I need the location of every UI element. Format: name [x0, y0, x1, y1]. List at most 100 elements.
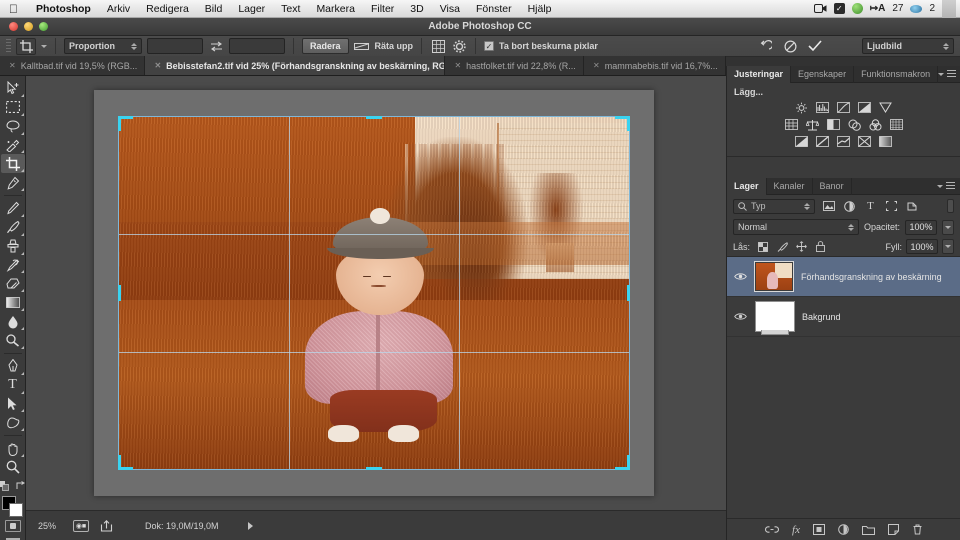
- swap-dimensions-icon[interactable]: [208, 39, 224, 54]
- brightness-contrast-icon[interactable]: [794, 101, 809, 114]
- gradient-map-icon[interactable]: [878, 135, 893, 148]
- opacity-value[interactable]: 100%: [905, 219, 937, 235]
- tool-submenu-triangle[interactable]: [20, 131, 24, 135]
- tab-banor[interactable]: Banor: [813, 177, 852, 195]
- close-icon[interactable]: ✕: [154, 61, 161, 70]
- delete-layer-icon[interactable]: [912, 524, 923, 535]
- tool-submenu-triangle[interactable]: [20, 371, 24, 375]
- apple-icon[interactable]: : [9, 3, 18, 15]
- menu-item-bild[interactable]: Bild: [197, 0, 231, 18]
- quick-mask-icon[interactable]: [4, 520, 21, 533]
- brush-tool[interactable]: [1, 218, 25, 237]
- lock-all-icon[interactable]: [814, 241, 826, 253]
- blend-mode-dropdown[interactable]: Normal: [733, 219, 859, 235]
- crop-preview-thumbnail[interactable]: [754, 261, 794, 292]
- layer-visibility-icon[interactable]: [733, 272, 747, 281]
- history-brush-tool[interactable]: [1, 256, 25, 275]
- background-color-swatch[interactable]: [8, 502, 23, 517]
- new-group-icon[interactable]: [861, 525, 875, 535]
- camera-icon[interactable]: ◉■: [73, 519, 89, 532]
- filter-pixel-icon[interactable]: [821, 199, 836, 213]
- tool-submenu-triangle[interactable]: [20, 270, 24, 274]
- tool-submenu-triangle[interactable]: [20, 289, 24, 293]
- filter-adjustment-icon[interactable]: [842, 199, 857, 213]
- swap-colors-icon[interactable]: [15, 481, 26, 491]
- lasso-tool[interactable]: [1, 117, 25, 136]
- tab-funktionsmakron[interactable]: Funktionsmakron: [854, 65, 939, 83]
- lock-position-icon[interactable]: [795, 241, 807, 253]
- layer-row-background[interactable]: Bakgrund: [727, 297, 960, 337]
- share-icon[interactable]: [98, 519, 114, 532]
- straighten-label[interactable]: Räta upp: [375, 41, 414, 51]
- filter-toggle-switch[interactable]: [947, 199, 954, 213]
- layer-row-crop-preview[interactable]: Förhandsgranskning av beskärning: [727, 257, 960, 297]
- menu-item-redigera[interactable]: Redigera: [138, 0, 197, 18]
- tool-submenu-triangle[interactable]: [20, 308, 24, 312]
- gradient-tool[interactable]: [1, 293, 25, 312]
- marquee-tool[interactable]: [1, 98, 25, 117]
- menu-item-fonster[interactable]: Fönster: [468, 0, 520, 18]
- menu-item-hjalp[interactable]: Hjälp: [520, 0, 560, 18]
- menu-item-photoshop[interactable]: Photoshop: [28, 0, 99, 18]
- selective-color-icon[interactable]: [857, 135, 872, 148]
- blur-tool[interactable]: [1, 312, 25, 331]
- menu-item-3d[interactable]: 3D: [402, 0, 431, 18]
- layer-visibility-icon[interactable]: [733, 312, 747, 321]
- dodge-tool[interactable]: [1, 331, 25, 350]
- background-thumbnail[interactable]: [755, 301, 795, 335]
- close-icon[interactable]: ✕: [454, 61, 461, 70]
- move-tool[interactable]: [1, 79, 25, 98]
- type-tool[interactable]: T: [1, 376, 25, 395]
- layer-filter-type-dropdown[interactable]: Typ: [733, 198, 815, 214]
- tool-submenu-triangle[interactable]: [20, 251, 24, 255]
- tab-justeringar[interactable]: Justeringar: [727, 65, 792, 83]
- clone-stamp-tool[interactable]: [1, 237, 25, 256]
- color-lookup-icon[interactable]: [889, 118, 904, 131]
- link-layers-icon[interactable]: [765, 525, 779, 534]
- eyedropper-tool[interactable]: [1, 173, 25, 192]
- checkbox-status-icon[interactable]: ✓: [833, 3, 845, 14]
- adobe-icon[interactable]: ↦A: [870, 3, 886, 14]
- invert-icon[interactable]: [794, 135, 809, 148]
- tool-submenu-triangle[interactable]: [20, 232, 24, 236]
- eye-status-icon[interactable]: [910, 4, 923, 13]
- close-icon[interactable]: ✕: [9, 61, 16, 70]
- zoom-level[interactable]: 25%: [38, 521, 64, 531]
- menu-item-markera[interactable]: Markera: [308, 0, 363, 18]
- filter-smart-object-icon[interactable]: [905, 199, 920, 213]
- document-tab-mammabebis[interactable]: ✕ mammabebis.tif vid 16,7%...: [584, 56, 727, 75]
- shape-tool[interactable]: [1, 413, 25, 432]
- tool-submenu-triangle[interactable]: [20, 390, 24, 394]
- tool-submenu-triangle[interactable]: [20, 112, 24, 116]
- color-balance-icon[interactable]: [805, 118, 820, 131]
- tool-submenu-triangle[interactable]: [20, 150, 24, 154]
- menu-item-visa[interactable]: Visa: [432, 0, 468, 18]
- levels-icon[interactable]: [815, 101, 830, 114]
- menu-item-text[interactable]: Text: [273, 0, 308, 18]
- healing-brush-tool[interactable]: [1, 199, 25, 218]
- curves-icon[interactable]: [836, 101, 851, 114]
- color-swatches[interactable]: [1, 495, 25, 517]
- hue-saturation-icon[interactable]: [784, 118, 799, 131]
- expand-arrow-icon[interactable]: [247, 521, 253, 530]
- crop-overlay-grid-icon[interactable]: [430, 39, 446, 54]
- crop-tool-preset-caret[interactable]: [41, 44, 47, 48]
- workspace-dropdown[interactable]: Ljudbild: [862, 38, 954, 54]
- tool-submenu-triangle[interactable]: [20, 93, 24, 97]
- quick-selection-tool[interactable]: [1, 136, 25, 155]
- delete-cropped-pixels-label[interactable]: Ta bort beskurna pixlar: [499, 41, 598, 51]
- opacity-slider-arrow[interactable]: [942, 219, 954, 235]
- crop-tool-icon[interactable]: [16, 37, 36, 55]
- tool-submenu-triangle[interactable]: [20, 327, 24, 331]
- tool-submenu-triangle[interactable]: [20, 428, 24, 432]
- panel-menu-icon[interactable]: [938, 70, 960, 78]
- fill-slider-arrow[interactable]: [942, 239, 954, 254]
- tool-submenu-triangle[interactable]: [20, 188, 24, 192]
- hand-tool[interactable]: [1, 439, 25, 458]
- tab-kanaler[interactable]: Kanaler: [767, 177, 813, 195]
- image-canvas[interactable]: [118, 116, 630, 470]
- channel-mixer-icon[interactable]: [868, 118, 883, 131]
- tool-submenu-triangle[interactable]: [20, 409, 24, 413]
- commit-checkmark-icon[interactable]: [807, 39, 823, 54]
- filter-type-icon[interactable]: T: [863, 199, 878, 213]
